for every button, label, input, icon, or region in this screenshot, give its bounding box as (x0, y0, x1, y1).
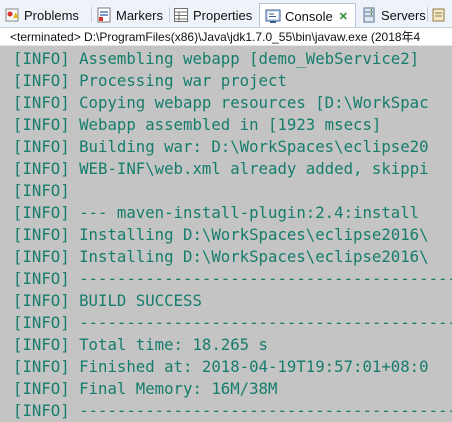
properties-icon (173, 7, 189, 23)
console-line: [INFO] Processing war project (13, 71, 287, 90)
tab-markers[interactable]: Markers (96, 3, 163, 27)
tab-label: Markers (116, 7, 163, 23)
tab-label: Properties (193, 7, 253, 23)
tab-separator (169, 7, 170, 22)
tab-label: Console (285, 8, 333, 24)
extra-icon (431, 7, 447, 23)
console-output[interactable]: [INFO] Assembling webapp [demo_WebServic… (0, 46, 452, 422)
console-line: [INFO] WEB-INF\web.xml already added, sk… (13, 159, 429, 178)
console-line: [INFO] Installing D:\WorkSpaces\eclipse2… (13, 225, 429, 244)
console-line: [INFO] Copying webapp resources [D:\Work… (13, 93, 429, 112)
console-line: [INFO] Building war: D:\WorkSpaces\eclip… (13, 137, 429, 156)
view-tab-bar: Problems Markers Properties Console ✕ Se… (0, 0, 452, 28)
tab-properties[interactable]: Properties (173, 3, 252, 27)
console-line: [INFO] ---------------------------------… (13, 269, 452, 288)
tab-overflow[interactable]: E (431, 3, 452, 27)
markers-icon (96, 7, 112, 23)
console-line: [INFO] ---------------------------------… (13, 313, 452, 332)
tab-separator (91, 7, 92, 22)
console-line: [INFO] Webapp assembled in [1923 msecs] (13, 115, 382, 134)
tab-label: Problems (24, 7, 79, 23)
problems-icon (4, 7, 20, 23)
console-line: [INFO] ---------------------------------… (13, 401, 452, 420)
console-line: [INFO] Finished at: 2018-04-19T19:57:01+… (13, 357, 429, 376)
console-line: [INFO] Installing D:\WorkSpaces\eclipse2… (13, 247, 429, 266)
tab-servers[interactable]: Servers (361, 3, 426, 27)
tab-console[interactable]: Console ✕ (259, 3, 356, 27)
servers-icon (361, 7, 377, 23)
console-line: [INFO] BUILD SUCCESS (13, 291, 202, 310)
console-line: [INFO] Total time: 18.265 s (13, 335, 269, 354)
console-line: [INFO] --- maven-install-plugin:2.4:inst… (13, 203, 420, 222)
console-line: [INFO] (13, 181, 70, 200)
console-icon (265, 8, 281, 24)
console-status-line: <terminated> D:\ProgramFiles(x86)\Java\j… (0, 28, 452, 46)
tab-problems[interactable]: Problems (4, 3, 79, 27)
tab-label: Servers (381, 7, 426, 23)
console-line: [INFO] Final Memory: 16M/38M (13, 379, 278, 398)
console-line: [INFO] Assembling webapp [demo_WebServic… (13, 49, 420, 68)
tab-separator (427, 7, 428, 22)
close-icon[interactable]: ✕ (339, 10, 348, 23)
